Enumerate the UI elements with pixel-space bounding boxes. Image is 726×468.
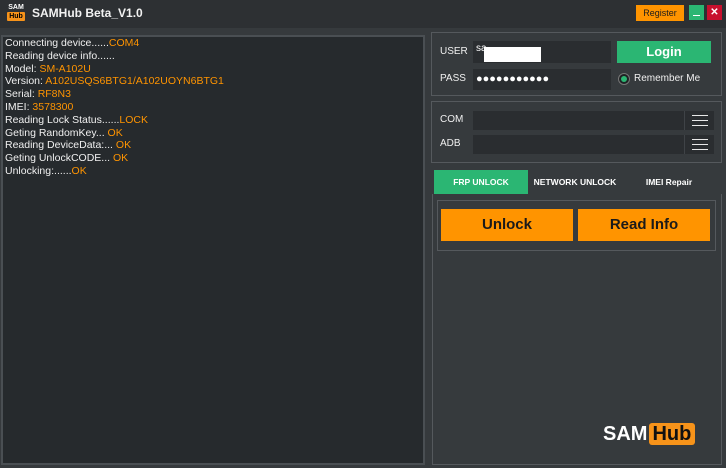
- adb-label: ADB: [440, 138, 461, 149]
- log-line-text: Geting RandomKey...: [5, 126, 108, 139]
- log-line-value: 3578300: [32, 100, 74, 113]
- register-button[interactable]: Register: [636, 5, 684, 21]
- remember-me-label: Remember Me: [634, 73, 701, 84]
- user-label: USER: [440, 46, 468, 57]
- log-line-value: OK: [112, 152, 129, 165]
- com-label: COM: [440, 114, 464, 125]
- window-title: SAMHub Beta_V1.0: [32, 6, 143, 20]
- log-line-text: Version:: [5, 75, 46, 88]
- log-line: Reading device info......: [5, 50, 421, 63]
- logo-part-sam: SAM: [603, 423, 648, 445]
- tab-network-unlock[interactable]: NETWORK UNLOCK: [528, 170, 622, 194]
- log-line-text: Connecting device......: [5, 37, 109, 49]
- log-line-text: Reading Lock Status......: [5, 113, 120, 126]
- log-line-text: Geting UnlockCODE...: [5, 152, 113, 165]
- log-line-value: LOCK: [119, 113, 148, 126]
- log-line-text: Model:: [5, 62, 40, 75]
- log-panel[interactable]: Connecting device......COM4 Reading devic…: [1, 35, 425, 465]
- logo-bottom-text: Hub: [7, 12, 25, 21]
- log-line-value: OK: [107, 126, 123, 139]
- com-select[interactable]: [473, 111, 684, 130]
- log-line: Connecting device......COM4: [5, 37, 421, 50]
- pass-label: PASS: [440, 73, 466, 84]
- log-line-value: OK: [115, 139, 132, 152]
- log-line: Model: SM-A102U: [5, 63, 421, 76]
- com-menu-icon[interactable]: [684, 111, 714, 130]
- tab-frp-unlock[interactable]: FRP UNLOCK: [434, 170, 528, 194]
- unlock-button[interactable]: Unlock: [441, 209, 573, 241]
- remember-me-radio[interactable]: [618, 73, 630, 85]
- log-line: Reading DeviceData:... OK: [5, 139, 421, 152]
- close-button[interactable]: ✕: [707, 5, 722, 20]
- log-line-value: RF8N3: [37, 88, 71, 101]
- log-line-value: OK: [71, 164, 87, 177]
- log-line: Geting UnlockCODE... OK: [5, 152, 421, 165]
- log-line-text: Serial:: [5, 88, 38, 101]
- title-bar: SAM Hub SAMHub Beta_V1.0 Register ✕: [0, 0, 726, 28]
- adb-select[interactable]: [473, 135, 684, 154]
- log-line-value: SM-A102U: [39, 62, 91, 75]
- log-line: Geting RandomKey... OK: [5, 127, 421, 140]
- samhub-logo: SAM Hub: [603, 421, 696, 447]
- log-line-text: Reading device info......: [5, 49, 115, 62]
- log-line-text: IMEI:: [5, 100, 33, 113]
- logo-top-text: SAM: [8, 4, 24, 11]
- tab-imei-repair[interactable]: IMEI Repair: [622, 170, 716, 194]
- read-info-button[interactable]: Read Info: [578, 209, 710, 241]
- user-redaction-mask: [484, 47, 541, 62]
- log-line: Serial: RF8N3: [5, 88, 421, 101]
- log-line: IMEI: 3578300: [5, 101, 421, 114]
- log-line: Reading Lock Status......LOCK: [5, 114, 421, 127]
- app-logo-icon: SAM Hub: [7, 4, 25, 23]
- log-line: Version: A102USQS6BTG1/A102UOYN6BTG1: [5, 75, 421, 88]
- pass-input-value: ●●●●●●●●●●●: [476, 73, 550, 85]
- log-line-text: Unlocking:......: [5, 164, 72, 177]
- log-line-text: Reading DeviceData:...: [5, 139, 116, 152]
- login-button[interactable]: Login: [617, 41, 711, 63]
- adb-menu-icon[interactable]: [684, 135, 714, 154]
- log-line: Unlocking:......OK: [5, 165, 421, 178]
- minimize-button[interactable]: [689, 5, 704, 20]
- logo-part-hub: Hub: [649, 423, 696, 445]
- log-line-value: COM4: [108, 37, 140, 49]
- log-line-value: A102USQS6BTG1/A102UOYN6BTG1: [45, 75, 224, 88]
